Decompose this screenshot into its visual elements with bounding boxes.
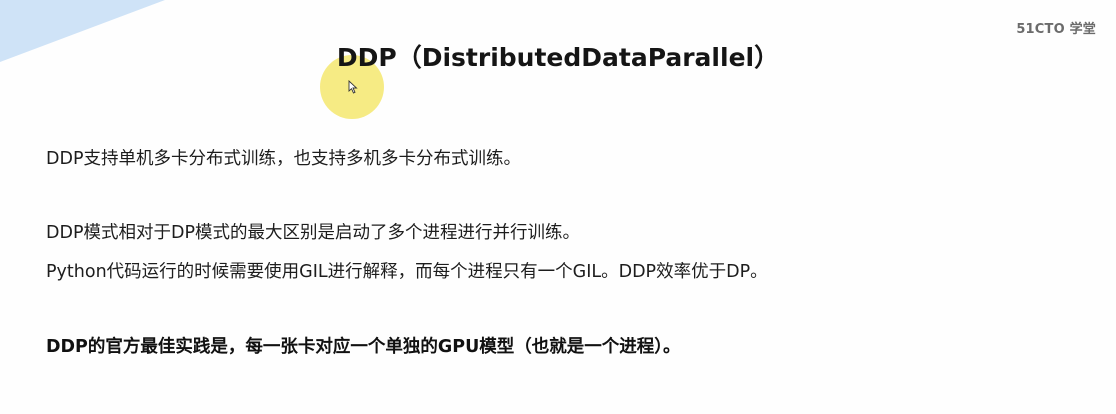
paragraph-ddp-support: DDP支持单机多卡分布式训练，也支持多机多卡分布式训练。: [46, 149, 522, 169]
slide-canvas: 51CTO 学堂 DDP（DistributedDataParallel） DD…: [0, 0, 1116, 414]
watermark-logo: 51CTO 学堂: [1016, 22, 1096, 37]
paragraph-ddp-vs-dp: DDP模式相对于DP模式的最大区别是启动了多个进程进行并行训练。: [46, 223, 581, 243]
mouse-pointer-icon: [348, 80, 358, 94]
paragraph-best-practice: DDP的官方最佳实践是，每一张卡对应一个单独的GPU模型（也就是一个进程）。: [46, 337, 681, 357]
paragraph-gil: Python代码运行的时候需要使用GIL进行解释，而每个进程只有一个GIL。DD…: [46, 262, 768, 282]
slide-title: DDP（DistributedDataParallel）: [336, 43, 780, 72]
